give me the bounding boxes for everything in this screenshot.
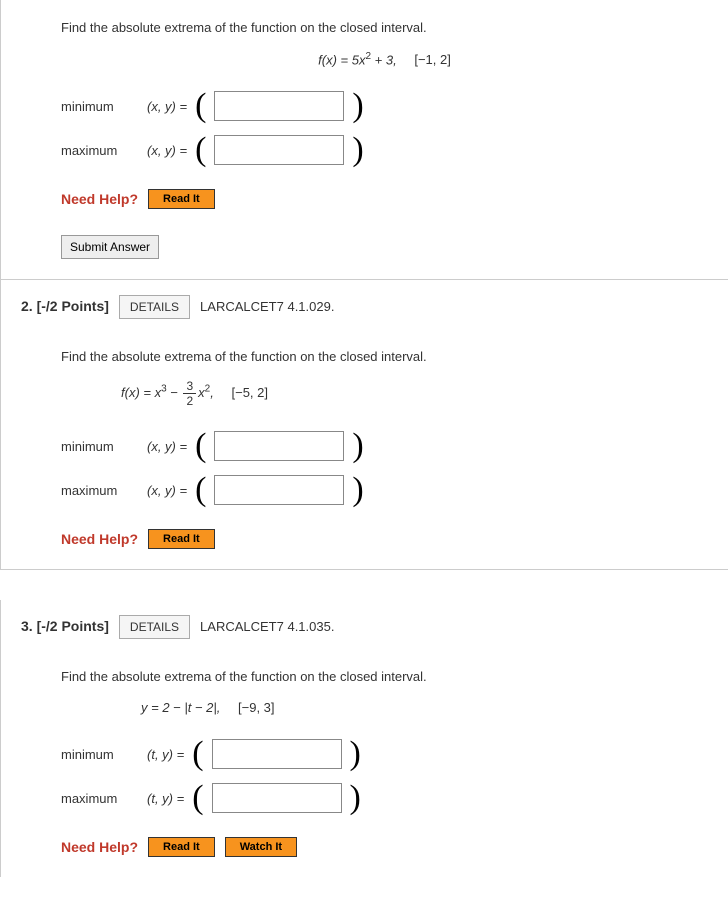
q3-min-row: minimum (t, y) = ( ) (61, 737, 708, 771)
details-button[interactable]: DETAILS (119, 295, 190, 319)
right-paren: ) (350, 737, 361, 771)
q1-min-row: minimum (x, y) = ( ) (61, 89, 708, 123)
right-paren: ) (352, 133, 363, 167)
submit-answer-button[interactable]: Submit Answer (61, 235, 159, 259)
question-2-header: 2. [-/2 Points] DETAILS LARCALCET7 4.1.0… (0, 280, 728, 329)
read-it-button[interactable]: Read It (148, 189, 215, 209)
q1-min-pair-label: (x, y) = (147, 99, 187, 114)
q1-need-help-row: Need Help? Read It (61, 189, 708, 209)
left-paren: ( (195, 133, 206, 167)
q3-points-text: [-/2 Points] (37, 618, 109, 634)
q2-min-input[interactable] (214, 431, 344, 461)
question-3-body: Find the absolute extrema of the functio… (0, 649, 728, 877)
q1-min-label: minimum (61, 99, 131, 114)
q3-max-label: maximum (61, 791, 131, 806)
q3-min-label: minimum (61, 747, 131, 762)
left-paren: ( (195, 89, 206, 123)
q1-formula-suffix: + 3, (371, 52, 397, 67)
read-it-button[interactable]: Read It (148, 529, 215, 549)
q1-max-row: maximum (x, y) = ( ) (61, 133, 708, 167)
q3-need-help-row: Need Help? Read It Watch It (61, 837, 708, 857)
q1-submit-row: Submit Answer (61, 235, 708, 259)
q1-prompt: Find the absolute extrema of the functio… (61, 20, 708, 35)
q3-formula-text: y = 2 − |t − 2|, (141, 700, 220, 715)
q2-number: 2. [-/2 Points] (21, 298, 109, 314)
q2-fraction: 32 (183, 380, 196, 407)
q3-max-pair-label: (t, y) = (147, 791, 184, 806)
right-paren: ) (352, 429, 363, 463)
question-3-header: 3. [-/2 Points] DETAILS LARCALCET7 4.1.0… (0, 600, 728, 649)
read-it-button[interactable]: Read It (148, 837, 215, 857)
q2-source: LARCALCET7 4.1.029. (200, 299, 334, 314)
q2-min-row: minimum (x, y) = ( ) (61, 429, 708, 463)
q2-max-pair-label: (x, y) = (147, 483, 187, 498)
q2-suffix: , (210, 385, 214, 400)
need-help-label: Need Help? (61, 839, 138, 855)
right-paren: ) (352, 473, 363, 507)
details-button[interactable]: DETAILS (119, 615, 190, 639)
need-help-label: Need Help? (61, 191, 138, 207)
left-paren: ( (195, 429, 206, 463)
q1-max-pair-label: (x, y) = (147, 143, 187, 158)
q2-interval: [−5, 2] (231, 385, 268, 400)
q1-max-input[interactable] (214, 135, 344, 165)
q2-formula: f(x) = x3 − 32x2, [−5, 2] (121, 380, 708, 407)
q3-min-pair-label: (t, y) = (147, 747, 184, 762)
q2-frac-den: 2 (183, 394, 196, 407)
q1-formula-prefix: f(x) = 5x (318, 52, 365, 67)
q1-interval: [−1, 2] (414, 52, 451, 67)
right-paren: ) (352, 89, 363, 123)
q3-max-input[interactable] (212, 783, 342, 813)
q1-max-label: maximum (61, 143, 131, 158)
q3-number: 3. [-/2 Points] (21, 618, 109, 634)
q2-points-text: [-/2 Points] (37, 298, 109, 314)
q2-max-label: maximum (61, 483, 131, 498)
q3-prompt: Find the absolute extrema of the functio… (61, 669, 708, 684)
q2-prompt: Find the absolute extrema of the functio… (61, 349, 708, 364)
q2-num-text: 2. (21, 298, 33, 314)
watch-it-button[interactable]: Watch It (225, 837, 297, 857)
q3-min-input[interactable] (212, 739, 342, 769)
q1-formula: f(x) = 5x2 + 3, [−1, 2] (61, 51, 708, 67)
right-paren: ) (350, 781, 361, 815)
q2-mid: − (167, 385, 182, 400)
question-2-body: Find the absolute extrema of the functio… (0, 329, 728, 570)
q2-frac-num: 3 (183, 380, 196, 394)
q2-need-help-row: Need Help? Read It (61, 529, 708, 549)
q3-formula: y = 2 − |t − 2|, [−9, 3] (141, 700, 708, 715)
q2-max-row: maximum (x, y) = ( ) (61, 473, 708, 507)
q3-num-text: 3. (21, 618, 33, 634)
q1-min-input[interactable] (214, 91, 344, 121)
left-paren: ( (192, 737, 203, 771)
left-paren: ( (192, 781, 203, 815)
need-help-label: Need Help? (61, 531, 138, 547)
q2-formula-prefix: f(x) = x (121, 385, 161, 400)
question-1-body: Find the absolute extrema of the functio… (0, 0, 728, 280)
q3-max-row: maximum (t, y) = ( ) (61, 781, 708, 815)
q2-max-input[interactable] (214, 475, 344, 505)
q3-interval: [−9, 3] (238, 700, 275, 715)
q3-source: LARCALCET7 4.1.035. (200, 619, 334, 634)
left-paren: ( (195, 473, 206, 507)
q2-min-label: minimum (61, 439, 131, 454)
q2-min-pair-label: (x, y) = (147, 439, 187, 454)
